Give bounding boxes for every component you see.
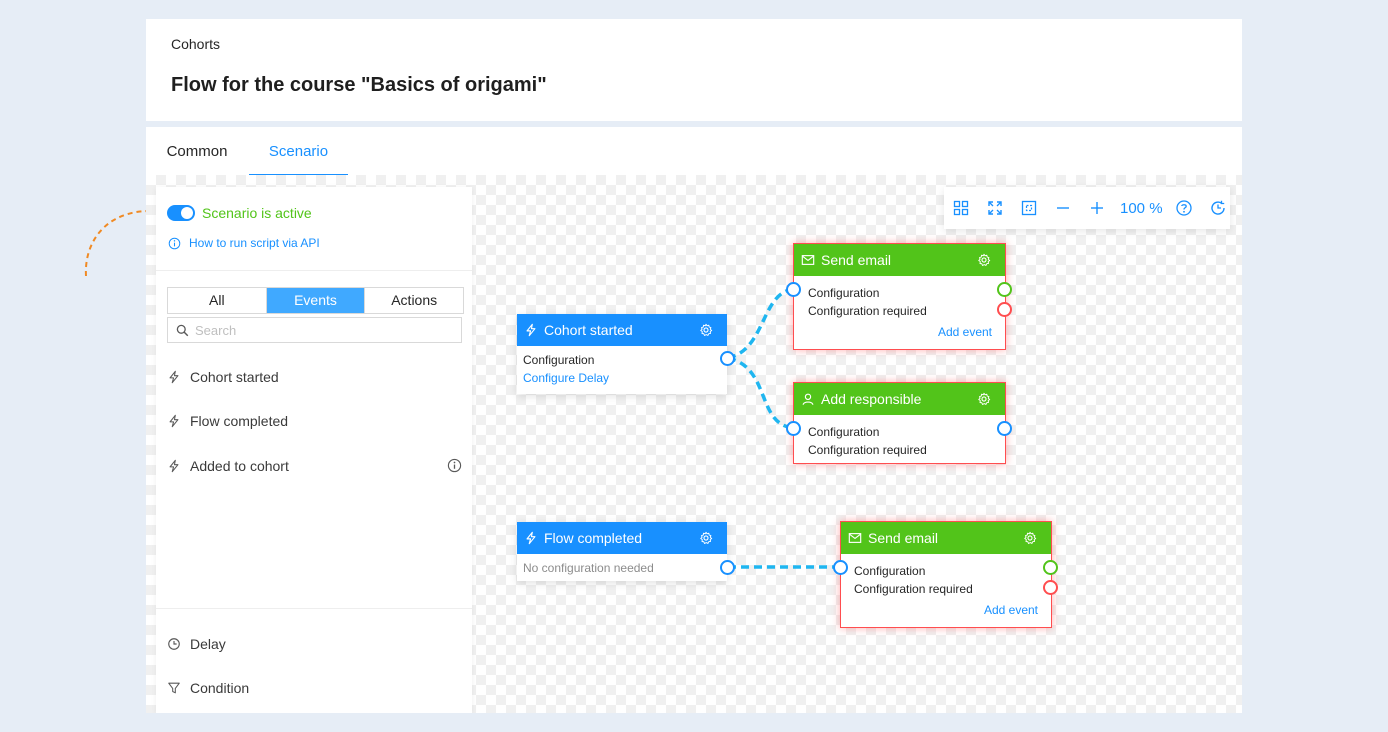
event-item-label: Cohort started	[190, 369, 279, 385]
lightning-icon	[169, 414, 179, 428]
search-icon	[176, 324, 189, 336]
filter-actions[interactable]: Actions	[365, 288, 463, 313]
tab-bar: Common Scenario	[146, 127, 1242, 176]
add-event-link[interactable]: Add event	[938, 325, 992, 339]
scenario-toggle[interactable]	[167, 205, 195, 221]
lightning-icon	[526, 323, 536, 337]
scenario-status-label: Scenario is active	[202, 205, 312, 221]
event-item-label: Flow completed	[190, 413, 289, 429]
output-port[interactable]	[997, 421, 1012, 436]
input-port[interactable]	[786, 282, 801, 297]
api-help-link-label: How to run script via API	[189, 236, 320, 250]
node-header: Add responsible	[794, 383, 1005, 415]
gear-icon[interactable]	[699, 531, 713, 545]
history-icon[interactable]	[1209, 199, 1227, 217]
zoom-level: 100 %	[1120, 199, 1163, 217]
node-config-label: Configuration	[523, 353, 595, 367]
fit-to-screen-icon[interactable]	[1020, 199, 1038, 217]
event-item-cohort-started[interactable]: Cohort started	[167, 365, 462, 389]
connector-cohort-to-send-email	[727, 287, 795, 360]
node-title: Send email	[821, 252, 892, 268]
action-item-condition[interactable]: Condition	[167, 676, 462, 700]
node-cohort-started[interactable]: Cohort started Configuration Configure D…	[517, 314, 735, 394]
node-title: Flow completed	[544, 530, 643, 546]
input-port[interactable]	[833, 560, 848, 575]
lightning-icon	[169, 370, 179, 384]
node-header: Flow completed	[517, 522, 727, 554]
tab-common[interactable]: Common	[154, 127, 240, 174]
node-config-status: Configuration required	[808, 304, 927, 318]
node-config-status: No configuration needed	[523, 561, 654, 575]
zoom-out-icon[interactable]	[1054, 199, 1072, 217]
node-config-label: Configuration	[808, 425, 880, 439]
divider	[156, 608, 472, 609]
node-send-email-2[interactable]: Send email Configuration Configuration r…	[833, 521, 1058, 628]
node-header: Send email	[794, 244, 1005, 276]
action-item-delay[interactable]: Delay	[167, 632, 462, 656]
main-card: Common Scenario Scenario is active How t…	[146, 127, 1242, 713]
mail-icon	[801, 255, 815, 265]
api-help-link[interactable]: How to run script via API	[168, 236, 320, 250]
filter-icon	[168, 682, 180, 694]
output-port[interactable]	[720, 560, 735, 575]
tab-scenario[interactable]: Scenario	[249, 127, 348, 176]
filter-all[interactable]: All	[168, 288, 267, 313]
node-header: Cohort started	[517, 314, 727, 346]
failure-output-port[interactable]	[997, 302, 1012, 317]
grid-icon[interactable]	[952, 199, 970, 217]
side-panel: Scenario is active How to run script via…	[156, 187, 472, 713]
node-flow-completed[interactable]: Flow completed No configuration needed	[517, 522, 735, 581]
help-icon[interactable]	[1175, 199, 1193, 217]
divider	[156, 270, 472, 271]
node-config-status: Configuration required	[854, 582, 973, 596]
output-port[interactable]	[720, 351, 735, 366]
failure-output-port[interactable]	[1043, 580, 1058, 595]
success-output-port[interactable]	[1043, 560, 1058, 575]
connector-cohort-to-add-responsible	[727, 356, 795, 430]
search-box	[167, 317, 462, 343]
info-circle-icon	[168, 237, 181, 249]
canvas-toolbar: 100 %	[944, 187, 1230, 229]
fullscreen-icon[interactable]	[986, 199, 1004, 217]
node-title: Cohort started	[544, 322, 633, 338]
lightning-icon	[526, 531, 536, 545]
clock-icon	[168, 638, 180, 650]
success-output-port[interactable]	[997, 282, 1012, 297]
flow-canvas[interactable]: Scenario is active How to run script via…	[146, 175, 1242, 713]
action-item-label: Delay	[190, 636, 226, 652]
search-input[interactable]	[195, 322, 445, 338]
gear-icon[interactable]	[1023, 531, 1037, 545]
page-header: Cohorts Flow for the course "Basics of o…	[146, 19, 1242, 121]
zoom-in-icon[interactable]	[1088, 199, 1106, 217]
user-icon	[802, 393, 814, 405]
node-config-label: Configuration	[854, 564, 926, 578]
mail-icon	[848, 533, 862, 543]
node-title: Add responsible	[821, 391, 922, 407]
lightning-icon	[169, 459, 179, 473]
node-title: Send email	[868, 530, 939, 546]
filter-events[interactable]: Events	[266, 288, 366, 313]
event-item-label: Added to cohort	[190, 458, 289, 474]
add-event-link[interactable]: Add event	[984, 603, 1038, 617]
page-title: Flow for the course "Basics of origami"	[171, 74, 547, 96]
node-send-email-1[interactable]: Send email Configuration Configuration r…	[786, 243, 1012, 350]
configure-delay-link[interactable]: Configure Delay	[523, 371, 609, 385]
event-item-flow-completed[interactable]: Flow completed	[167, 409, 462, 433]
filter-segmented-control: All Events Actions	[167, 287, 464, 314]
node-config-label: Configuration	[808, 286, 880, 300]
event-item-added-to-cohort[interactable]: Added to cohort	[167, 454, 462, 478]
gear-icon[interactable]	[977, 392, 991, 406]
info-icon[interactable]	[447, 458, 462, 473]
node-header: Send email	[841, 522, 1051, 554]
gear-icon[interactable]	[699, 323, 713, 337]
breadcrumb[interactable]: Cohorts	[171, 36, 220, 52]
gear-icon[interactable]	[977, 253, 991, 267]
input-port[interactable]	[786, 421, 801, 436]
action-item-label: Condition	[190, 680, 250, 696]
node-add-responsible[interactable]: Add responsible Configuration Configurat…	[786, 382, 1012, 464]
node-config-status: Configuration required	[808, 443, 927, 457]
